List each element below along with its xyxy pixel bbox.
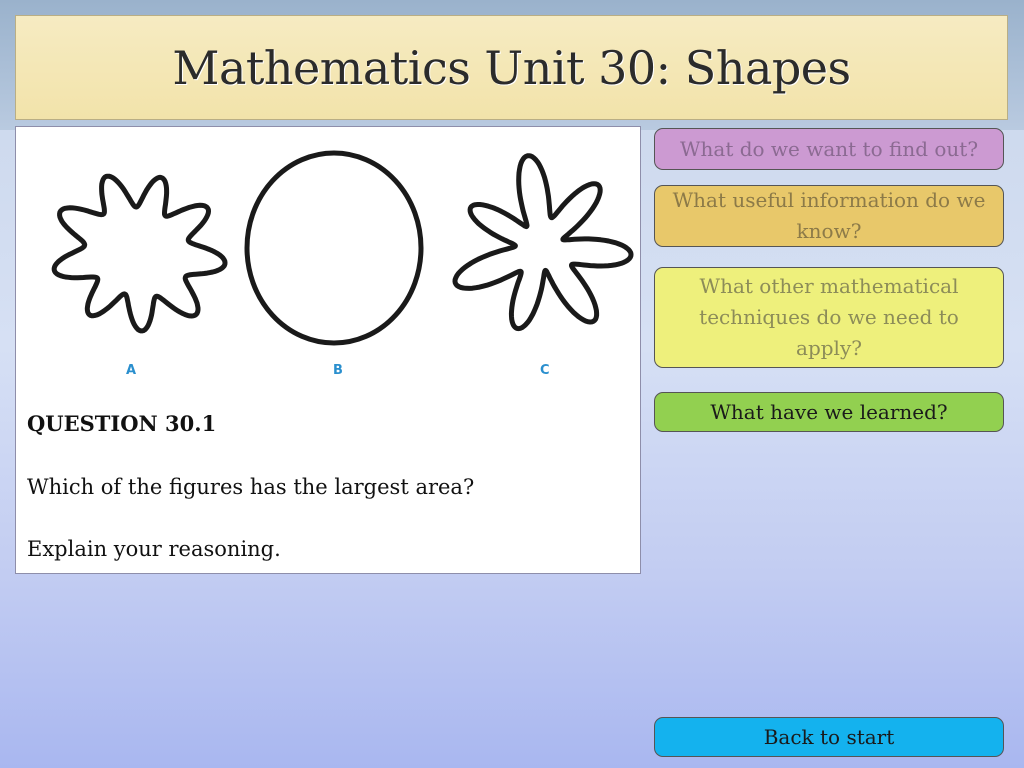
find-out-label: What do we want to find out?: [679, 136, 979, 161]
useful-info-button[interactable]: What useful information do we know?: [654, 185, 1004, 247]
techniques-button[interactable]: What other mathematical techniques do we…: [654, 267, 1004, 368]
back-to-start-button[interactable]: Back to start: [654, 717, 1004, 757]
useful-info-label: What useful information do we know?: [672, 188, 986, 243]
title-bar: Mathematics Unit 30: Shapes: [15, 15, 1008, 120]
figure-b-shape: [244, 150, 424, 346]
figure-label-c: C: [540, 363, 550, 378]
figure-label-b: B: [333, 363, 343, 378]
figure-label-a: A: [126, 363, 137, 378]
learned-button[interactable]: What have we learned?: [654, 392, 1004, 432]
page-title: Mathematics Unit 30: Shapes: [172, 40, 851, 95]
back-to-start-label: Back to start: [763, 724, 895, 749]
question-instruction: Explain your reasoning.: [27, 537, 281, 561]
figure-c-shape: [452, 153, 634, 332]
question-heading: QUESTION 30.1: [27, 411, 217, 436]
find-out-button[interactable]: What do we want to find out?: [654, 128, 1004, 170]
question-panel: A B C QUESTION 30.1 Which of the figures…: [15, 126, 641, 574]
techniques-label: What other mathematical techniques do we…: [699, 274, 959, 360]
learned-label: What have we learned?: [710, 399, 948, 424]
figures-illustration: [51, 150, 634, 346]
question-text: Which of the figures has the largest are…: [27, 475, 475, 499]
figure-a-shape: [51, 173, 228, 334]
